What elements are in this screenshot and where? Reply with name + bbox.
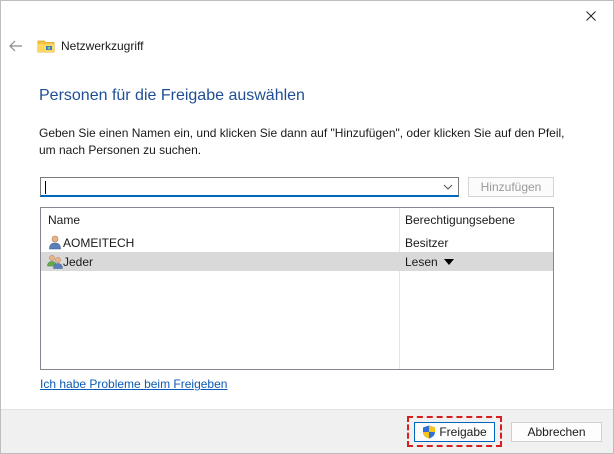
share-button-label: Freigabe [439,425,487,439]
instructions-text: Geben Sie einen Namen ein, und klicken S… [39,126,565,157]
caret-down-icon[interactable] [443,259,454,265]
dropdown-button[interactable] [442,181,454,193]
row-permission-dropdown[interactable]: Lesen [405,255,454,269]
column-header-permission[interactable]: Berechtigungsebene [405,213,515,227]
uac-shield-icon [423,425,436,439]
close-button[interactable] [577,5,605,27]
permission-label: Lesen [405,255,438,269]
help-link[interactable]: Ich habe Probleme beim Freigeben [40,377,227,391]
permission-label: Besitzer [405,236,449,250]
chevron-down-icon [443,184,453,190]
user-icon [49,235,61,250]
name-input[interactable] [44,179,429,195]
table-row[interactable]: AOMEITECH Besitzer [41,233,553,252]
cancel-button[interactable]: Abbrechen [511,422,602,442]
back-button[interactable] [7,37,25,55]
add-button[interactable]: Hinzufügen [468,177,554,197]
dialog-footer: Freigabe Abbrechen [1,409,613,453]
group-users-icon [47,255,63,269]
title-bar: Netzwerkzugriff [37,37,143,55]
back-arrow-icon [9,40,22,52]
row-permission: Besitzer [405,236,448,250]
table-row-selected[interactable]: Jeder Lesen [41,252,553,271]
dialog-window: Netzwerkzugriff Personen für die Freigab… [0,0,614,454]
window-title: Netzwerkzugriff [61,39,144,53]
name-combobox[interactable] [40,177,459,197]
permissions-list[interactable]: Name Berechtigungsebene AOMEITECH Besitz… [40,207,554,370]
text-caret [45,181,46,194]
share-button[interactable]: Freigabe [414,422,495,442]
list-header: Name Berechtigungsebene [41,208,553,232]
column-header-name[interactable]: Name [48,213,80,227]
row-name: AOMEITECH [63,236,135,250]
network-folder-icon [37,40,55,53]
close-icon [586,11,596,21]
page-heading: Personen für die Freigabe auswählen [39,87,305,104]
row-name: Jeder [63,255,94,269]
